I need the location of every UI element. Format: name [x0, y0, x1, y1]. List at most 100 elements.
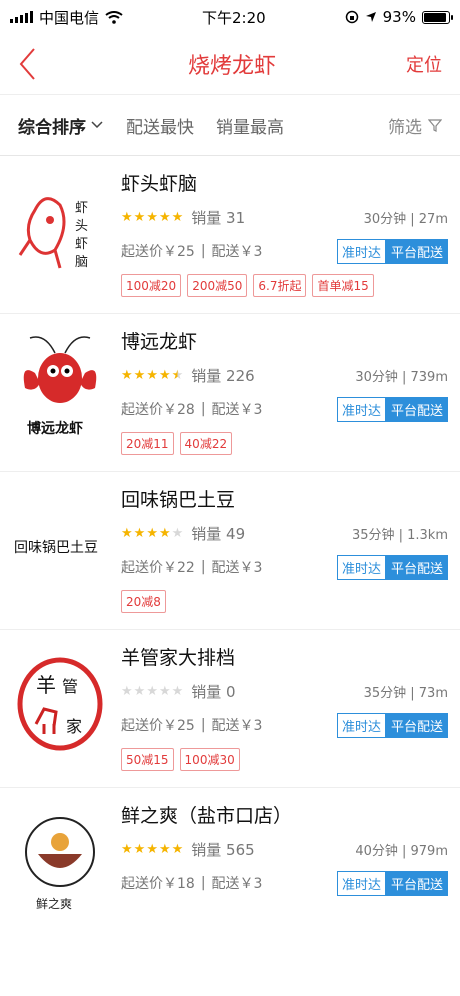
promo-tag: 6.7折起 [253, 274, 307, 297]
delivery-fee: 配送￥3 [211, 402, 263, 418]
rating-row: ★ ★ ★ ★ ★ 销量 226 30分钟 | 739m [121, 358, 448, 392]
platform-delivery-badge: 平台配送 [385, 870, 448, 896]
star-icon: ★ [171, 525, 184, 541]
star-rating: ★ ★ ★ ★ ★ [121, 368, 183, 383]
star-icon: ★ [121, 841, 133, 857]
star-icon: ★ [158, 209, 171, 225]
svg-text:家: 家 [66, 717, 82, 736]
sort-comprehensive-tab[interactable]: 综合排序 [18, 113, 104, 138]
delivery-badges: 准时达 平台配送 [336, 396, 448, 422]
nav-bar: 烧烤龙虾 定位 [0, 34, 460, 95]
locate-button[interactable]: 定位 [406, 51, 442, 77]
delivery-time-distance: 30分钟 | 27m [363, 211, 448, 227]
star-icon: ★ [133, 841, 146, 857]
status-right: 93% [345, 8, 453, 26]
sort-comprehensive-label: 综合排序 [18, 117, 86, 138]
min-order: 起送价￥28 [121, 402, 195, 418]
sales-count: 销量 0 [191, 682, 236, 701]
star-rating: ★ ★ ★ ★ ★ [121, 684, 183, 699]
shop-name: 回味锅巴土豆 [121, 489, 236, 511]
location-arrow-icon [365, 12, 376, 22]
rating-row: ★ ★ ★ ★ ★ 销量 31 30分钟 | 27m [121, 200, 448, 234]
delivery-time-distance: 30分钟 | 739m [355, 369, 448, 385]
price-row: 起送价￥25 | 配送￥3 准时达 平台配送 [121, 708, 448, 742]
svg-text:鲜之爽: 鲜之爽 [36, 897, 72, 911]
star-rating: ★ ★ ★ ★ ★ [121, 526, 183, 541]
on-time-badge: 准时达 [336, 870, 386, 896]
shop-logo: 鲜之爽 [12, 802, 107, 922]
shop-info: 虾头虾脑 ★ ★ ★ ★ ★ 销量 31 30分钟 | 27m 起送价￥25 | 配送￥… [121, 170, 448, 303]
sales-count: 销量 226 [191, 366, 255, 385]
shop-name: 鲜之爽（盐市口店） [121, 805, 293, 827]
delivery-fee: 配送￥3 [211, 876, 263, 892]
shop-info: 回味锅巴土豆 ★ ★ ★ ★ ★ 销量 49 35分钟 | 1.3km 起送价￥22 |… [121, 486, 448, 619]
chevron-left-icon [19, 48, 35, 80]
sort-fastest-tab[interactable]: 配送最快 [126, 113, 194, 138]
shop-logo: 羊 管 家 [12, 644, 107, 764]
shop-name: 虾头虾脑 [121, 173, 198, 195]
rating-row: ★ ★ ★ ★ ★ 销量 49 35分钟 | 1.3km [121, 516, 448, 550]
on-time-badge: 准时达 [336, 712, 386, 738]
promo-list: 50减15 100减30 [121, 748, 448, 771]
hotpot-logo-icon: 鲜之爽 [24, 817, 95, 911]
shop-card[interactable]: 羊 管 家 羊管家大排档 ★ ★ ★ ★ ★ 销量 0 35分钟 | 73m 起送价￥2… [0, 630, 460, 788]
rating-row: ★ ★ ★ ★ ★ 销量 0 35分钟 | 73m [121, 674, 448, 708]
platform-delivery-badge: 平台配送 [385, 396, 448, 422]
orientation-lock-icon [345, 10, 358, 24]
sort-sales-label: 销量最高 [216, 117, 284, 138]
star-icon: ★ [121, 683, 133, 699]
star-icon: ★ [133, 525, 146, 541]
sort-fastest-label: 配送最快 [126, 117, 194, 138]
lobster-logo-icon: 虾 头 虾 脑 [18, 197, 88, 270]
delivery-time-distance: 40分钟 | 979m [355, 843, 448, 859]
signal-icon [10, 11, 33, 23]
promo-list: 20减11 40减22 [121, 432, 448, 455]
shop-logo: 虾 头 虾 脑 [12, 170, 107, 290]
delivery-fee: 配送￥3 [211, 244, 263, 260]
shop-card[interactable]: 博远龙虾 博远龙虾 ★ ★ ★ ★ ★ 销量 226 30分钟 | 739m 起送价￥2… [0, 314, 460, 472]
star-icon: ★ [121, 367, 133, 383]
min-order: 起送价￥25 [121, 718, 195, 734]
svg-text:博远龙虾: 博远龙虾 [27, 420, 83, 437]
shop-logo: 博远龙虾 [12, 328, 107, 448]
star-icon: ★ [146, 841, 158, 857]
promo-tag: 20减11 [121, 432, 174, 455]
svg-text:回味锅巴土豆: 回味锅巴土豆 [14, 540, 98, 556]
price-row: 起送价￥28 | 配送￥3 准时达 平台配送 [121, 392, 448, 426]
sort-sales-tab[interactable]: 销量最高 [216, 113, 284, 138]
on-time-badge: 准时达 [336, 554, 386, 580]
delivery-badges: 准时达 平台配送 [336, 712, 448, 738]
shop-info: 羊管家大排档 ★ ★ ★ ★ ★ 销量 0 35分钟 | 73m 起送价￥25 | 配送… [121, 644, 448, 777]
svg-text:虾: 虾 [75, 201, 88, 216]
promo-tag: 50减15 [121, 748, 174, 771]
star-icon: ★ [171, 209, 184, 225]
filter-bar: 综合排序 配送最快 销量最高 筛选 [0, 95, 460, 156]
shop-card[interactable]: 回味锅巴土豆 回味锅巴土豆 ★ ★ ★ ★ ★ 销量 49 35分钟 | 1.3km 起… [0, 472, 460, 630]
min-order: 起送价￥18 [121, 876, 195, 892]
price-row: 起送价￥22 | 配送￥3 准时达 平台配送 [121, 550, 448, 584]
star-icon: ★ [171, 841, 184, 857]
shop-card[interactable]: 虾 头 虾 脑 虾头虾脑 ★ ★ ★ ★ ★ 销量 31 30分钟 | 27m 起送价￥… [0, 156, 460, 314]
shop-list: 虾 头 虾 脑 虾头虾脑 ★ ★ ★ ★ ★ 销量 31 30分钟 | 27m 起送价￥… [0, 156, 460, 946]
text-logo-icon: 回味锅巴土豆 [14, 540, 98, 556]
delivery-badges: 准时达 平台配送 [336, 554, 448, 580]
promo-tag: 首单减15 [312, 274, 374, 297]
status-time: 下午2:20 [201, 8, 266, 27]
wifi-icon [105, 10, 123, 24]
star-icon: ★ [171, 683, 184, 699]
shop-card[interactable]: 鲜之爽 鲜之爽（盐市口店） ★ ★ ★ ★ ★ 销量 565 40分钟 | 979m 起… [0, 788, 460, 946]
price-row: 起送价￥25 | 配送￥3 准时达 平台配送 [121, 234, 448, 268]
carrier-label: 中国电信 [39, 8, 100, 27]
battery-percent: 93% [382, 8, 416, 26]
star-icon: ★ [146, 525, 158, 541]
sales-count: 销量 31 [191, 208, 246, 227]
filter-button[interactable]: 筛选 [388, 113, 442, 138]
back-button[interactable] [18, 44, 58, 84]
sales-count: 销量 565 [191, 840, 255, 859]
sales-count: 销量 49 [191, 524, 246, 543]
star-icon: ★ [158, 367, 171, 383]
star-icon: ★ [146, 209, 158, 225]
min-order: 起送价￥25 [121, 244, 195, 260]
page-title: 烧烤龙虾 [187, 54, 276, 79]
promo-list: 20减8 [121, 590, 448, 613]
